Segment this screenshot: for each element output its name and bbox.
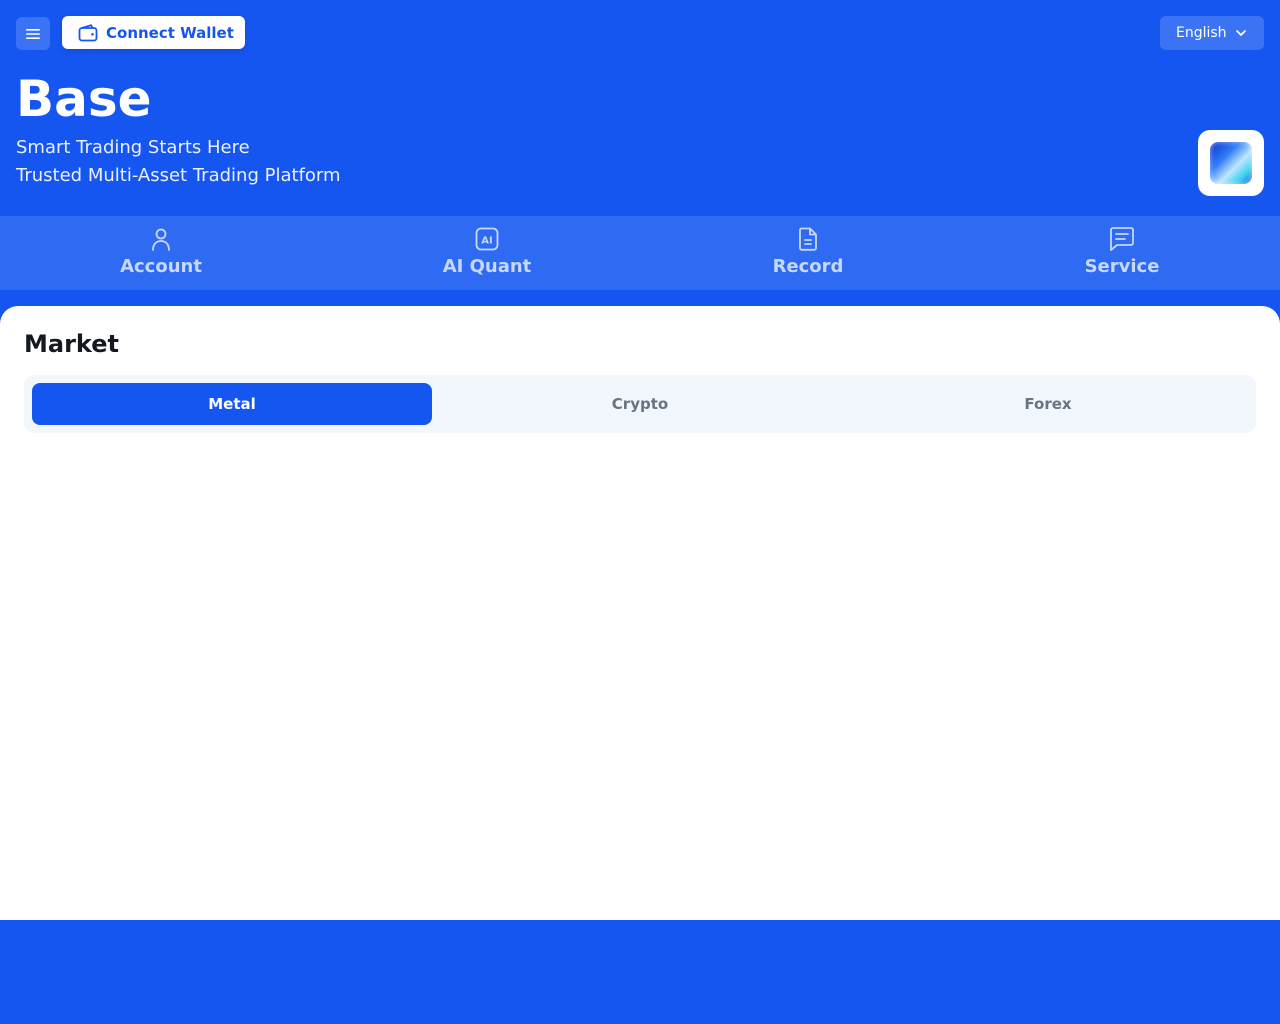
nav-item-account[interactable]: Account — [101, 216, 221, 290]
hamburger-icon — [26, 28, 40, 39]
chevron-down-icon — [1235, 30, 1246, 36]
menu-button[interactable] — [16, 17, 50, 50]
nav-label-account: Account — [120, 256, 202, 277]
nav-label-service: Service — [1084, 256, 1160, 277]
nav-label-ai-quant: AI Quant — [442, 256, 532, 277]
chat-icon — [1110, 227, 1134, 251]
nav-item-ai-quant[interactable]: AI AI Quant — [427, 216, 547, 290]
user-icon — [152, 228, 170, 251]
logo-gem-icon — [1210, 142, 1252, 184]
market-tabs: Metal Crypto Forex — [24, 375, 1256, 433]
connect-wallet-label: Connect Wallet — [106, 23, 234, 42]
main-nav: Account AI AI Quant Record Service — [0, 216, 1280, 290]
tab-metal[interactable]: Metal — [32, 383, 432, 425]
market-title: Market — [24, 330, 119, 358]
svg-text:AI: AI — [481, 236, 492, 247]
top-bar: Connect Wallet English — [0, 0, 1280, 66]
document-icon — [799, 227, 817, 251]
language-label: English — [1176, 25, 1227, 41]
brand-title: Base — [16, 70, 152, 128]
ai-icon: AI — [475, 227, 499, 251]
nav-item-record[interactable]: Record — [748, 216, 868, 290]
nav-label-record: Record — [772, 256, 844, 277]
tagline-secondary: Trusted Multi-Asset Trading Platform — [16, 165, 341, 186]
connect-wallet-button[interactable]: Connect Wallet — [62, 16, 245, 49]
wallet-icon — [78, 23, 98, 41]
tab-crypto[interactable]: Crypto — [440, 383, 840, 425]
language-select[interactable]: English — [1160, 16, 1264, 50]
nav-item-service[interactable]: Service — [1062, 216, 1182, 290]
market-panel: Market Metal Crypto Forex — [0, 306, 1280, 920]
tagline-primary: Smart Trading Starts Here — [16, 137, 250, 158]
tab-forex[interactable]: Forex — [848, 383, 1248, 425]
app-logo — [1198, 130, 1264, 196]
